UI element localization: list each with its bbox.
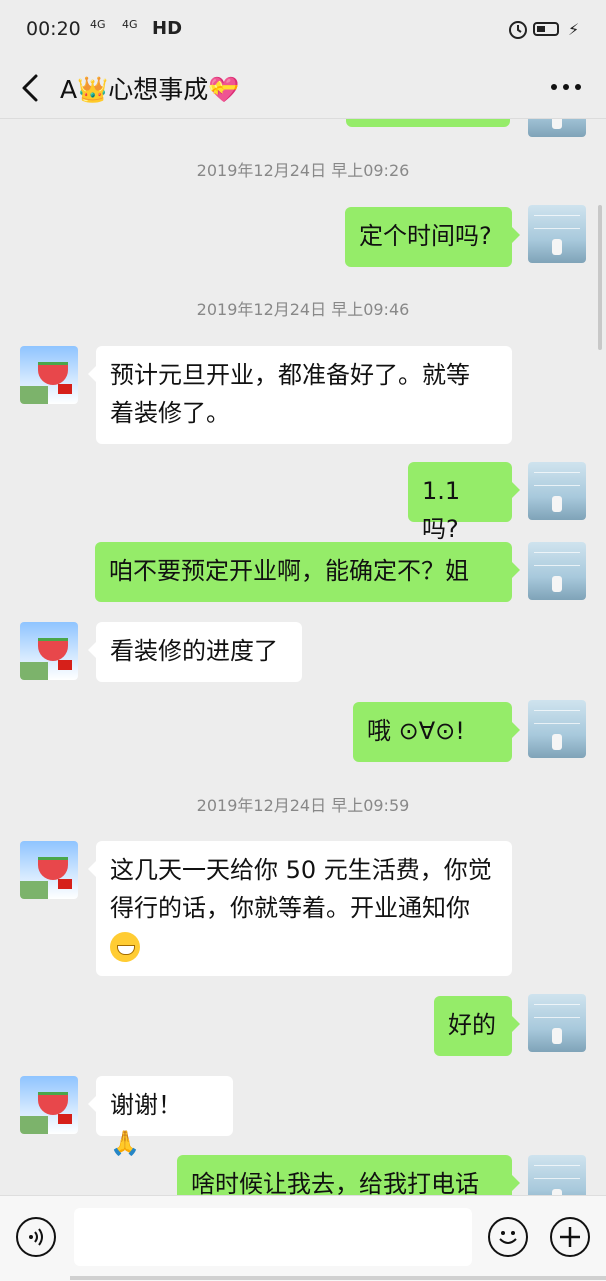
more-dots-icon[interactable] xyxy=(546,72,586,102)
message-bubble[interactable]: 谢谢！ 🙏 xyxy=(88,1076,233,1157)
input-bar xyxy=(0,1195,606,1281)
avatar[interactable] xyxy=(528,119,586,137)
charging-icon: ⚡ xyxy=(568,20,580,39)
avatar[interactable] xyxy=(20,346,78,404)
message-bubble[interactable]: 啥时候让我去，给我打电话 xyxy=(177,1155,520,1195)
avatar[interactable] xyxy=(528,462,586,520)
message-bubble[interactable]: 1.1 吗? xyxy=(408,462,520,543)
chat-header: A👑心想事成💝 xyxy=(0,60,606,119)
status-bar: 00:20 4G 4G HD ⚡ xyxy=(0,0,606,60)
avatar[interactable] xyxy=(528,1155,586,1195)
plus-icon[interactable] xyxy=(550,1217,590,1257)
message-bubble[interactable]: 哦 ⊙∀⊙! xyxy=(353,702,520,762)
home-indicator xyxy=(70,1276,606,1280)
message-line: 这几天一天给你 50 元生活费，你觉 xyxy=(110,856,492,884)
avatar[interactable] xyxy=(528,994,586,1052)
message-bubble[interactable]: 好的 xyxy=(434,996,520,1056)
timestamp: 2019年12月24日 早上09:59 xyxy=(196,796,410,815)
message-bubble-partial xyxy=(346,119,510,127)
chevron-left-icon[interactable] xyxy=(16,68,46,108)
avatar[interactable] xyxy=(20,841,78,899)
alarm-icon xyxy=(507,18,529,44)
timestamp: 2019年12月24日 早上09:26 xyxy=(196,161,410,180)
chat-area[interactable]: 2019年12月24日 早上09:26 定个时间吗? 2019年12月24日 早… xyxy=(0,119,606,1195)
battery-icon xyxy=(533,22,559,36)
smile-emoji-icon xyxy=(110,932,140,962)
scrollbar[interactable] xyxy=(598,205,602,350)
signal-icon-1: 4G xyxy=(90,18,106,31)
message-bubble[interactable]: 预计元旦开业，都准备好了。就等 着装修了。 xyxy=(88,346,512,444)
message-bubble[interactable]: 定个时间吗? xyxy=(345,207,520,267)
message-text: 谢谢！ xyxy=(110,1091,182,1119)
voice-icon[interactable] xyxy=(16,1217,56,1257)
message-bubble[interactable]: 这几天一天给你 50 元生活费，你觉 得行的话，你就等着。开业通知你 xyxy=(88,841,512,976)
signal-icon-2: 4G xyxy=(122,18,138,31)
hd-indicator: HD xyxy=(152,18,183,39)
timestamp: 2019年12月24日 早上09:46 xyxy=(196,300,410,319)
message-bubble[interactable]: 咱不要预定开业啊，能确定不？姐 xyxy=(95,542,520,602)
message-line: 预计元旦开业，都准备好了。就等 xyxy=(110,361,470,389)
chat-title: A👑心想事成💝 xyxy=(60,75,240,104)
emoji-icon[interactable] xyxy=(488,1217,528,1257)
avatar[interactable] xyxy=(528,205,586,263)
message-bubble[interactable]: 看装修的进度了 xyxy=(88,622,302,682)
message-line: 得行的话，你就等着。开业通知你 xyxy=(110,894,470,922)
status-time: 00:20 xyxy=(26,18,81,40)
message-input[interactable] xyxy=(74,1208,472,1266)
avatar[interactable] xyxy=(528,700,586,758)
avatar[interactable] xyxy=(528,542,586,600)
avatar[interactable] xyxy=(20,1076,78,1134)
avatar[interactable] xyxy=(20,622,78,680)
message-line: 着装修了。 xyxy=(110,399,230,427)
folded-hands-emoji-icon: 🙏 xyxy=(110,1129,140,1157)
